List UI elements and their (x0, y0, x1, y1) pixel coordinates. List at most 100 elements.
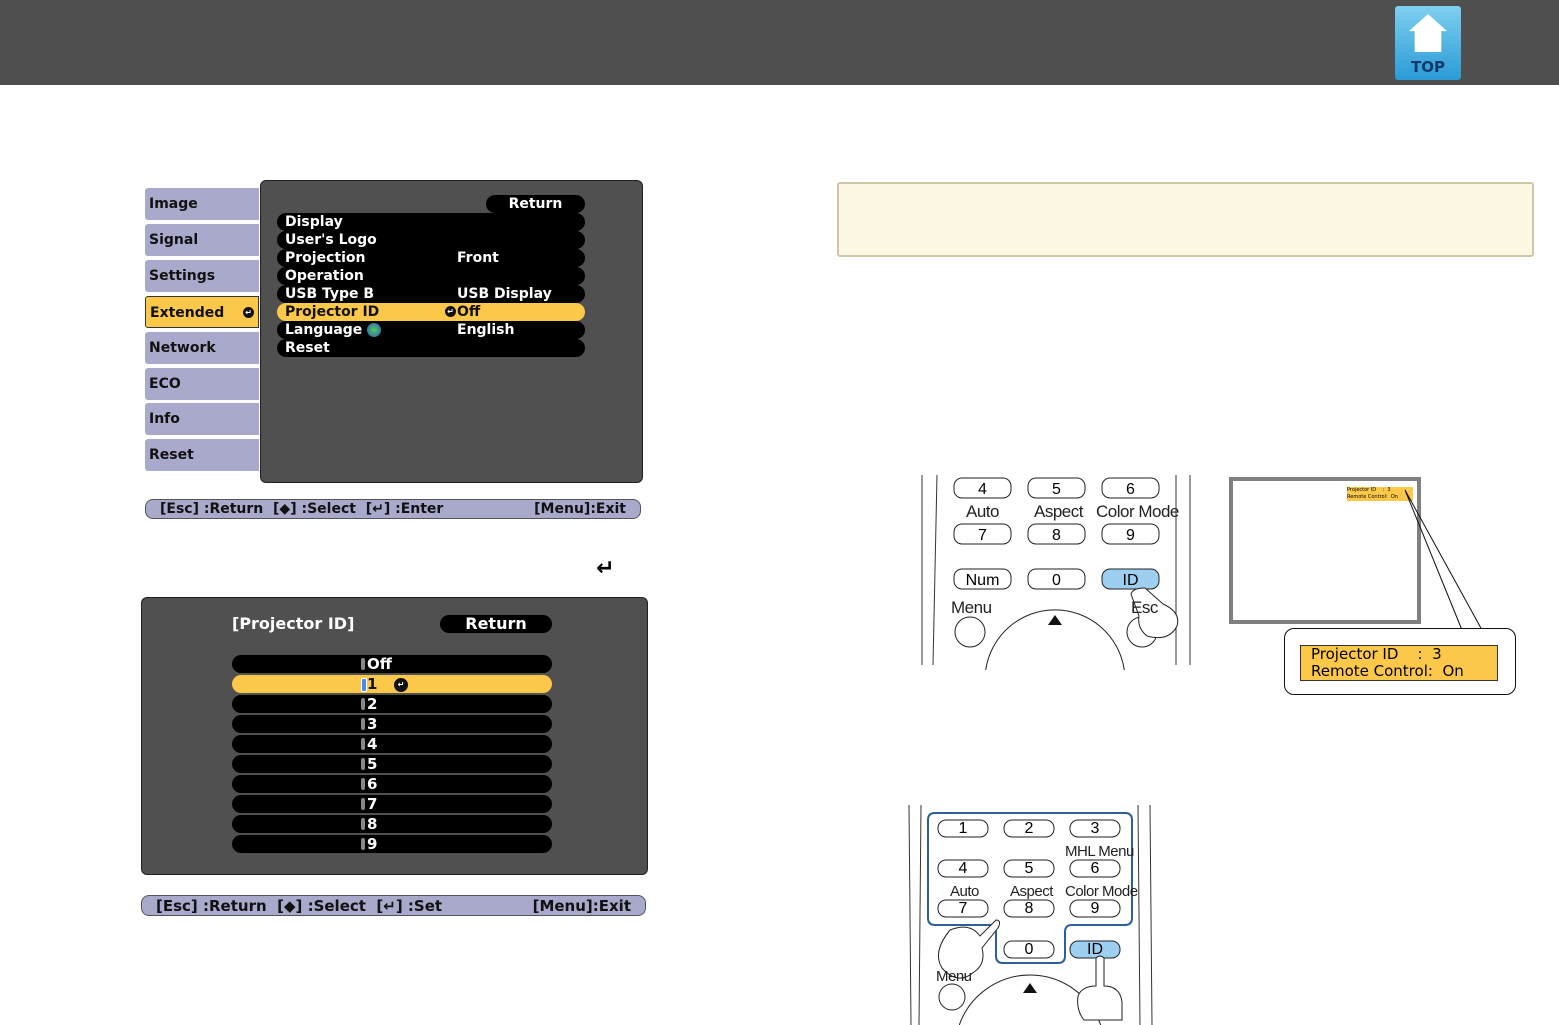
footer-menu: [Menu]:Exit (532, 896, 631, 915)
top-link-button[interactable]: TOP (1395, 6, 1461, 80)
id-option[interactable]: 7 (232, 795, 552, 813)
remote-key-label: ID (1123, 572, 1139, 589)
menu-item-label: Display (285, 214, 343, 230)
remote-label: MHL Menu (1065, 843, 1134, 860)
menu-tab-info[interactable]: Info (145, 403, 259, 436)
id-option[interactable]: 6 (232, 775, 552, 793)
menu-tab-reset[interactable]: Reset (145, 439, 259, 472)
tab-label: Extended (150, 304, 225, 321)
tab-label: Signal (149, 231, 199, 248)
remote-label: Color Mode (1065, 883, 1138, 900)
menu-tab-eco[interactable]: ECO (145, 367, 259, 400)
screen-callout: Projector ID : 3 Remote Control: On (1284, 628, 1516, 695)
remote-key-label: 8 (1025, 900, 1034, 917)
remote-label: Auto (966, 502, 999, 521)
tab-label: Network (149, 339, 216, 356)
remote-key-label: 6 (1126, 481, 1135, 498)
id-option[interactable]: 5 (232, 755, 552, 773)
menu-item-label: Reset (285, 340, 330, 356)
menu-footer: [Esc] :Return [◆] :Select [↵] :Enter [Me… (145, 499, 641, 519)
id-option-label: 4 (367, 735, 378, 753)
remote-illustration-1: 4 5 6 7 8 9 Num 0 ID (921, 474, 1191, 670)
menu-item[interactable]: Operation (277, 267, 585, 285)
menu-tab-network[interactable]: Network (145, 331, 259, 364)
menu-tab-extended[interactable]: Extended ↵ (145, 295, 259, 328)
menu-item[interactable]: USB Type B USB Display (277, 285, 585, 303)
menu-item[interactable]: Projector ID ↵ Off (277, 303, 585, 321)
remote-label: Color Mode (1096, 502, 1179, 521)
id-option[interactable]: 2 (232, 695, 552, 713)
remote-key-label: 5 (1052, 481, 1061, 498)
top-label: TOP (1411, 58, 1445, 76)
remote-label: Menu (936, 968, 972, 985)
enter-key-icon: ↵ (596, 556, 615, 581)
menu-item[interactable]: Reset (277, 339, 585, 357)
id-option[interactable]: 9 (232, 835, 552, 853)
menu-item-label: User's Logo (285, 232, 377, 248)
projected-screen: Projector ID : 3 Remote Control: On (1229, 477, 1421, 624)
id-option-label: 3 (367, 715, 378, 733)
overlay-line1: Projector ID : 3 (1311, 645, 1442, 663)
remote-label: Aspect (1034, 502, 1083, 521)
remote-label: Aspect (1010, 883, 1053, 900)
projector-id-title: [Projector ID] (232, 614, 355, 633)
remote-key-label: 1 (959, 820, 968, 837)
id-option-label: 5 (367, 755, 378, 773)
menu-footer-2: [Esc] :Return [◆] :Select [↵] :Set [Menu… (141, 895, 646, 916)
footer-esc: [Esc] :Return (160, 501, 264, 517)
menu-item[interactable]: Display (277, 213, 585, 231)
remote-key-label: 5 (1025, 860, 1034, 877)
menu-item[interactable]: Language English (277, 321, 585, 339)
remote-label: Esc (1131, 598, 1158, 617)
tab-label: Info (149, 411, 180, 428)
remote-key-label: 6 (1091, 860, 1100, 877)
menu-item-label: USB Type B (285, 286, 375, 302)
overlay-line2: Remote Control: On (1311, 662, 1464, 680)
id-option[interactable]: 8 (232, 815, 552, 833)
footer-esc: [Esc] :Return (156, 896, 267, 915)
return-button-2[interactable]: Return (440, 615, 552, 633)
id-option-label: 7 (367, 795, 378, 813)
footer-set: [↵] :Set (376, 896, 443, 915)
remote-key-label: 7 (978, 527, 987, 544)
menu-tab-settings[interactable]: Settings (145, 259, 259, 292)
id-option[interactable]: 4 (232, 735, 552, 753)
menu-item-value: Front (457, 250, 499, 266)
menu-item-label: Projector ID (285, 304, 380, 320)
id-option[interactable]: 3 (232, 715, 552, 733)
menu-item-value: Off (457, 304, 481, 320)
id-option-label: 6 (367, 775, 378, 793)
footer-menu: [Menu]:Exit (534, 501, 626, 517)
note-box (837, 182, 1534, 257)
enter-icon: ↵ (394, 678, 408, 692)
menu-tab-image[interactable]: Image (145, 188, 259, 220)
remote-key-label: 4 (959, 860, 968, 877)
remote-key-label: Num (966, 572, 1000, 589)
tab-label: Settings (149, 267, 216, 284)
remote-key-label: 0 (1052, 572, 1061, 589)
menu-item[interactable]: User's Logo (277, 231, 585, 249)
remote-key-label: 9 (1091, 900, 1100, 917)
remote-key-label: 9 (1126, 527, 1135, 544)
footer-select: [◆] :Select (273, 501, 356, 517)
pointing-hand-icon-2 (1077, 955, 1123, 1021)
remote-key-label: 2 (1025, 820, 1034, 837)
enter-icon: ↵ (445, 306, 456, 317)
menu-item-label: Projection (285, 250, 366, 266)
remote-illustration-2: 1 2 3 4 5 6 7 8 9 0 ID (908, 804, 1153, 1025)
header-banner (0, 0, 1559, 85)
menu-item-value: English (457, 322, 515, 338)
remote-key-label: 7 (959, 900, 968, 917)
id-option[interactable]: Off (232, 655, 552, 673)
tab-label: Image (149, 196, 198, 212)
menu-tab-signal[interactable]: Signal (145, 223, 259, 256)
id-option-label: Off (367, 655, 392, 673)
remote-key-label: 4 (978, 481, 987, 498)
id-info-overlay: Projector ID : 3 Remote Control: On (1300, 645, 1498, 681)
remote-key-label: 0 (1025, 941, 1034, 958)
return-button[interactable]: Return (486, 195, 585, 213)
id-option[interactable]: 1 ↵ (232, 675, 552, 693)
menu-item[interactable]: Projection Front (277, 249, 585, 267)
remote-label: Menu (951, 598, 992, 617)
menu-item-label: Operation (285, 268, 364, 284)
